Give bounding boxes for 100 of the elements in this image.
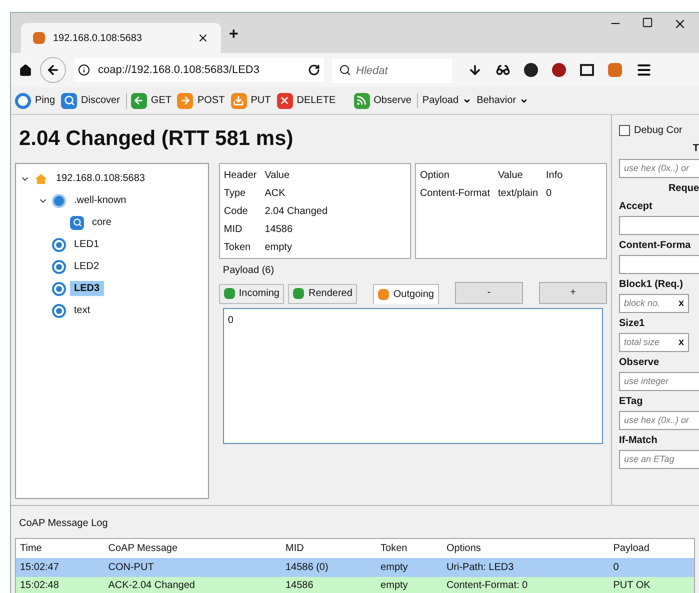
table-cell: 0	[609, 558, 694, 576]
field-label: Block1 (Req.)	[619, 278, 684, 292]
toolbar-button[interactable]: PUT	[230, 92, 271, 108]
search-field[interactable]: Hledat	[332, 59, 452, 83]
url-text: coap://192.168.0.108:5683/LED3	[98, 62, 260, 78]
input-field[interactable]: block no. x	[619, 294, 689, 313]
app-logo-icon	[33, 32, 45, 44]
radio-icon	[52, 304, 66, 318]
table-cell-text: Token	[224, 240, 252, 254]
tree-item[interactable]: core	[88, 215, 116, 230]
payload-title: Payload (6)	[222, 264, 276, 278]
app-logo-icon[interactable]	[608, 63, 622, 77]
tree-item[interactable]: .well-known	[70, 193, 130, 208]
toolbar-button[interactable]: DELETE	[276, 92, 336, 108]
table-cell: 14586 (0)	[281, 558, 377, 576]
input-field[interactable]	[619, 255, 699, 274]
payload-tab[interactable]: Outgoing	[373, 284, 439, 304]
input-field[interactable]: total size x	[619, 333, 689, 352]
target-icon	[15, 92, 31, 108]
table-cell-text: 14586	[264, 222, 294, 236]
browser-tab[interactable]: 192.168.0.108:5683	[21, 23, 221, 53]
menu-icon[interactable]	[636, 62, 652, 78]
table-cell: CON-PUT	[104, 558, 282, 576]
field-label: ETag	[619, 395, 644, 409]
table-cell: PUT OK	[609, 576, 694, 593]
input-field[interactable]: use integer	[619, 372, 699, 391]
checkbox-label: Debug Cor	[634, 124, 682, 138]
table-cell-text: Type	[224, 186, 247, 200]
column-header: Option	[420, 168, 450, 182]
reload-icon[interactable]	[308, 64, 320, 76]
close-icon[interactable]	[197, 32, 209, 44]
log-row[interactable]: 15:02:47 CON-PUT 14586 (0) empty Uri-Path: LED3 0	[16, 558, 694, 576]
toolbar-button[interactable]: Payload	[417, 93, 471, 108]
payload-tab[interactable]: Rendered	[288, 284, 358, 304]
maximize-icon[interactable]	[642, 17, 653, 28]
table-cell-text: Code	[224, 204, 249, 218]
input-field[interactable]: use hex (0x..) or	[619, 159, 699, 178]
field-label: If-Match	[619, 434, 658, 448]
input-field[interactable]: use hex (0x..) or	[619, 411, 699, 430]
table-cell-text: empty	[264, 240, 293, 254]
radio-icon	[52, 260, 66, 274]
payload-tab[interactable]: Incoming	[218, 284, 284, 304]
download-icon[interactable]	[468, 63, 482, 77]
close-icon[interactable]	[673, 17, 687, 31]
table-cell-text: MID	[224, 222, 244, 236]
column-header: Value	[264, 168, 291, 182]
field-label: Size1	[619, 317, 646, 331]
close-icon	[276, 92, 293, 108]
table-cell: empty	[376, 558, 442, 576]
arrow-right-icon	[177, 92, 194, 108]
back-button[interactable]	[40, 57, 66, 83]
input-field[interactable]: use an ETag	[619, 450, 699, 469]
status-title: 2.04 Changed (RTT 581 ms)	[18, 126, 294, 152]
dropdown-caret-icon	[462, 96, 471, 104]
tree-item[interactable]: 192.168.0.108:5683	[52, 171, 149, 186]
column-header: CoAP Message	[104, 538, 282, 558]
column-header: Header	[224, 168, 258, 182]
table-cell-text: 2.04 Changed	[264, 204, 329, 218]
column-header: MID	[281, 538, 377, 558]
home-icon[interactable]	[19, 64, 32, 76]
payload-button[interactable]: +	[539, 282, 607, 304]
arrow-left-icon	[130, 92, 147, 108]
tree-item[interactable]: LED3	[70, 281, 104, 296]
table-cell: Uri-Path: LED3	[442, 558, 610, 576]
column-header: Info	[546, 168, 564, 182]
toolbar-button[interactable]: Behavior	[476, 93, 528, 108]
column-header: Time	[16, 538, 104, 558]
payload-editor[interactable]: 0	[222, 308, 603, 444]
sidebar-icon[interactable]	[580, 64, 594, 76]
download-icon	[230, 92, 247, 108]
payload-button[interactable]: -	[455, 282, 523, 304]
table-cell: ACK-2.04 Changed	[104, 576, 282, 593]
search-icon	[70, 216, 84, 230]
column-header: Options	[442, 538, 610, 558]
table-cell: empty	[376, 576, 442, 593]
tree-item[interactable]: LED1	[70, 237, 104, 252]
log-row[interactable]: 15:02:48 ACK-2.04 Changed 14586 empty Content-Format: 0 PUT OK	[16, 576, 694, 593]
tree-item[interactable]: text	[70, 303, 94, 318]
column-header: Token	[376, 538, 442, 558]
checkbox[interactable]	[619, 125, 630, 136]
table-cell-text: ACK	[264, 186, 286, 200]
toolbar-button[interactable]: GET	[126, 92, 172, 108]
input-field[interactable]	[619, 216, 699, 235]
tree-item[interactable]: LED2	[70, 259, 104, 274]
new-tab-button[interactable]: +	[229, 23, 238, 47]
info-icon	[78, 64, 90, 76]
table-cell: 15:02:48	[16, 576, 104, 593]
rss-icon	[354, 92, 370, 108]
arrow-left-icon	[46, 63, 60, 77]
section-heading: Reque	[668, 182, 699, 196]
table-cell-text: Content-Format	[420, 186, 491, 200]
toolbar-button[interactable]: Discover	[61, 92, 120, 108]
url-bar[interactable]: coap://192.168.0.108:5683/LED3	[74, 58, 324, 82]
log-title: CoAP Message Log	[18, 518, 109, 529]
toolbar-button[interactable]: Ping	[15, 92, 56, 108]
field-label: Content-Forma	[619, 239, 692, 253]
table-cell: 15:02:47	[16, 558, 104, 576]
toolbar-button[interactable]: POST	[177, 92, 225, 108]
table-cell-text: 0	[546, 186, 553, 200]
toolbar-button[interactable]: Observe	[354, 92, 412, 108]
